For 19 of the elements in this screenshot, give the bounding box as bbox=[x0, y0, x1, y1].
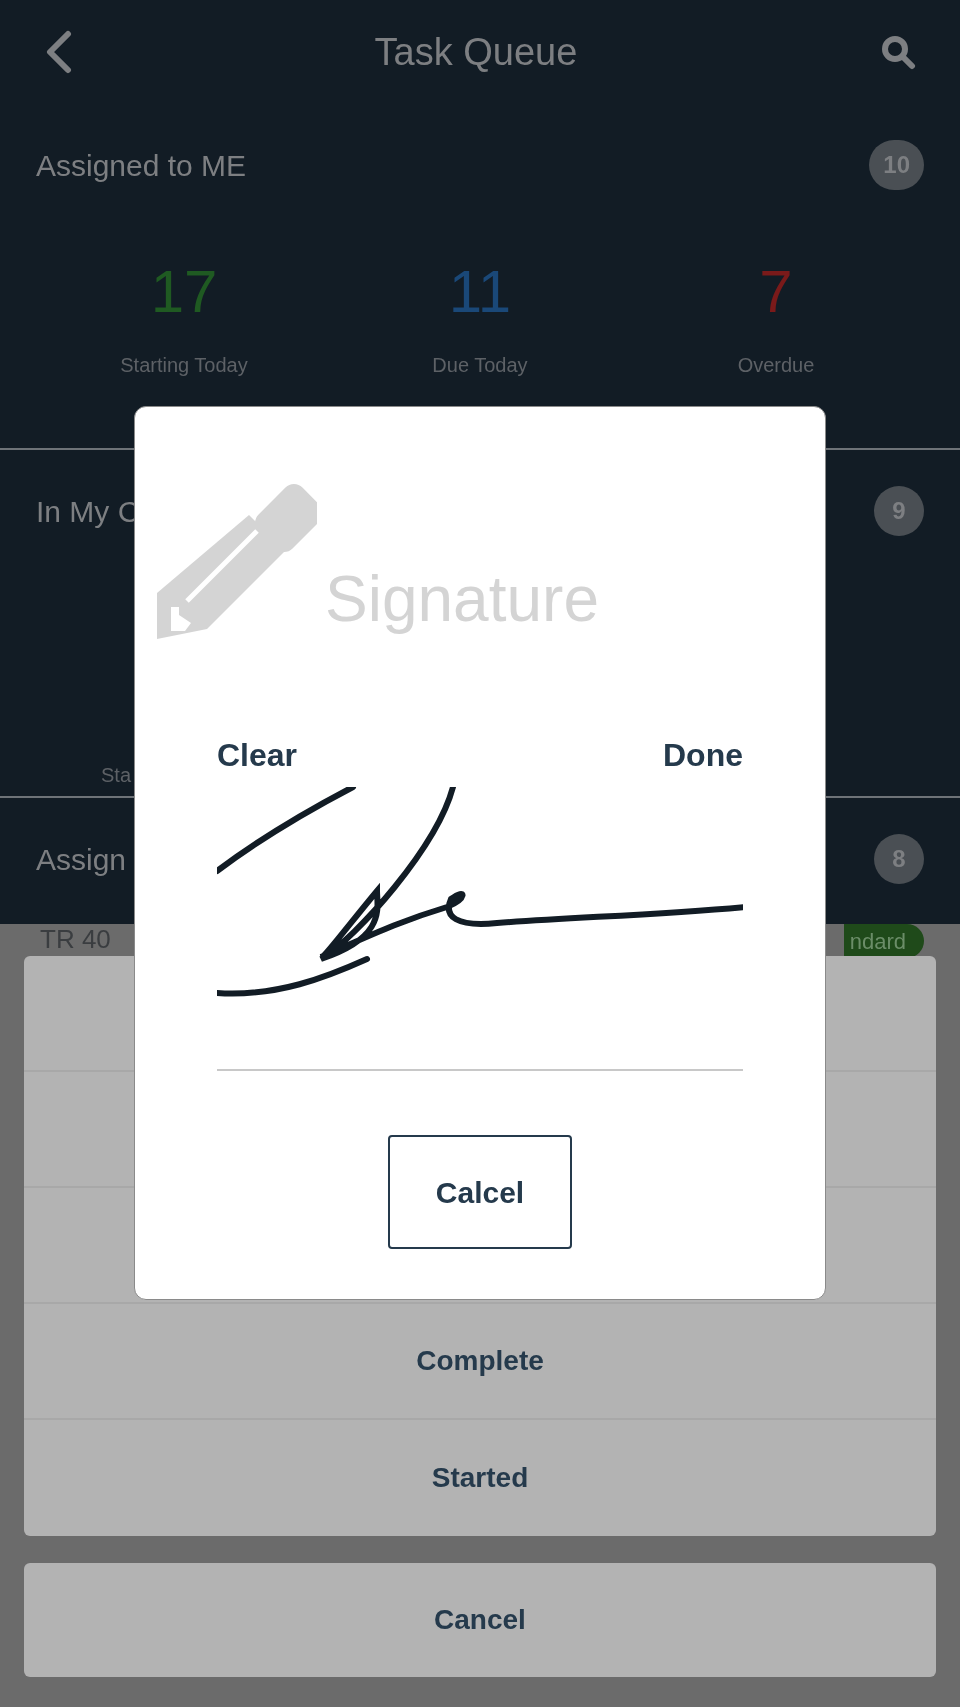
clear-button[interactable]: Clear bbox=[217, 731, 298, 779]
done-button[interactable]: Done bbox=[663, 731, 743, 779]
section-title: Assign bbox=[36, 841, 127, 878]
back-icon[interactable] bbox=[44, 30, 72, 74]
dialog-button[interactable]: Calcel bbox=[388, 1135, 572, 1249]
screen-title: Task Queue bbox=[374, 29, 578, 75]
action-option[interactable]: Started bbox=[24, 1420, 936, 1536]
priority-tag: ndard bbox=[843, 924, 924, 958]
action-option[interactable]: Complete bbox=[24, 1304, 936, 1420]
cancel-button[interactable]: Cancel bbox=[24, 1563, 936, 1677]
stat-value: 11 bbox=[448, 262, 512, 322]
stat-label: Overdue bbox=[737, 353, 815, 378]
section-title: Assigned to ME bbox=[36, 147, 247, 184]
stat-value: 17 bbox=[150, 262, 218, 322]
stat-label: Starting Today bbox=[120, 353, 248, 378]
search-icon[interactable] bbox=[880, 34, 916, 70]
stat-label: Due Today bbox=[432, 353, 528, 378]
stat-value: 7 bbox=[759, 262, 793, 322]
stat-label: Sta bbox=[101, 763, 132, 788]
